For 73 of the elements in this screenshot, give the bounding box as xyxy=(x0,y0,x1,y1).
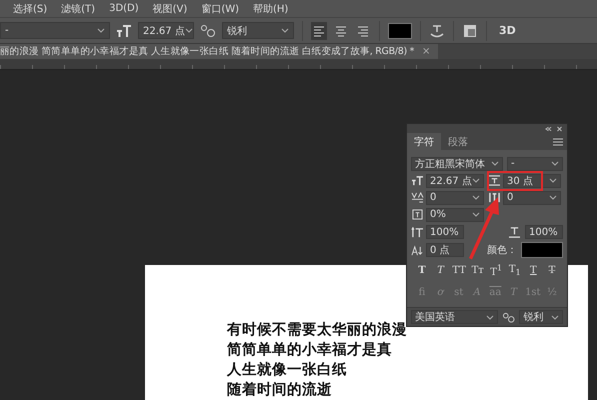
chevron-icon xyxy=(491,161,499,166)
value-field[interactable]: 100% xyxy=(426,225,464,239)
tracking-icon xyxy=(488,192,501,203)
menu-icon[interactable] xyxy=(553,138,563,146)
align-center-icon xyxy=(335,24,347,37)
canvas-text-line: 随着时间的流逝 xyxy=(227,380,333,400)
type-style-button[interactable]: T xyxy=(526,264,540,276)
canvas-text-line: 简简单单的小幸福才是真 xyxy=(227,340,393,360)
value-field[interactable]: 0 xyxy=(503,190,561,204)
align-right-icon xyxy=(357,24,369,37)
menu-item[interactable]: 视图(V) xyxy=(152,2,188,16)
chevron-icon xyxy=(97,28,105,34)
chevron-icon xyxy=(486,314,494,320)
align-left-icon xyxy=(313,24,325,37)
vscale-icon xyxy=(411,226,424,238)
chevron-icon xyxy=(549,195,557,200)
antialias-dropdown[interactable]: 锐利 xyxy=(519,310,563,324)
kerning-icon xyxy=(411,192,424,203)
menu-item[interactable]: 帮助(H) xyxy=(253,2,288,16)
color-label: 颜色： xyxy=(487,244,517,257)
menu-item[interactable]: 选择(S) xyxy=(13,2,48,16)
panel-tab[interactable]: 段落 xyxy=(441,133,475,150)
chevron-icon xyxy=(551,161,559,166)
value-field[interactable]: 22.67 点 xyxy=(426,174,484,188)
type-style-button[interactable]: T xyxy=(434,264,448,276)
canvas-text-line: 人生就像一张白纸 xyxy=(227,360,348,380)
menu-item[interactable]: 3D(D) xyxy=(109,3,139,14)
panel-tab[interactable]: 字符 xyxy=(407,133,441,150)
type-style-button[interactable]: Tт xyxy=(470,264,485,276)
antialias-icon xyxy=(200,24,216,38)
align-left-button[interactable] xyxy=(311,22,327,40)
value-field[interactable]: 0 点 xyxy=(426,243,464,257)
panels-icon[interactable] xyxy=(462,24,478,38)
document-tab[interactable]: 丽的浪漫 简简单单的小幸福才是真 人生就像一张白纸 随着时间的流逝 白纸变成了故事, RGB/8) * xyxy=(0,45,414,58)
highlight-box xyxy=(487,171,543,191)
tsume-icon xyxy=(411,209,424,220)
menu-item[interactable]: 窗口(W) xyxy=(201,2,240,16)
warp-text-icon[interactable] xyxy=(429,24,445,38)
hscale-icon xyxy=(508,226,521,238)
font-size-icon xyxy=(116,24,132,38)
type-style-button[interactable]: TT xyxy=(452,264,466,276)
color-swatch[interactable] xyxy=(388,22,412,39)
value-field[interactable]: 0 xyxy=(426,190,484,204)
chevron-icon xyxy=(472,212,480,217)
chevron-icon xyxy=(551,314,559,320)
font-style-dropdown[interactable]: - xyxy=(0,22,110,40)
value-field[interactable]: 100% xyxy=(525,225,563,239)
language-dropdown[interactable]: 美国英语 xyxy=(411,310,498,324)
chevron-icon xyxy=(472,178,480,183)
3d-button[interactable]: 3D xyxy=(495,24,520,38)
value-field[interactable]: 0% xyxy=(426,208,484,222)
font-family-dropdown[interactable]: 方正粗黑宋简体 xyxy=(411,156,503,170)
close-button[interactable]: × xyxy=(422,46,430,58)
antialias-icon xyxy=(502,312,516,322)
type-style-button[interactable]: T$_{1}$ xyxy=(508,264,522,276)
chevron-icon xyxy=(281,28,289,34)
antialias-dropdown[interactable]: 锐利 xyxy=(222,22,294,40)
value-field[interactable]: 30 点 xyxy=(503,174,561,188)
chevron-icon xyxy=(184,28,193,34)
color-swatch[interactable] xyxy=(521,242,563,258)
font-style-dropdown[interactable]: - xyxy=(507,156,563,170)
chevron-icon xyxy=(472,195,480,200)
leading-icon xyxy=(488,175,501,186)
chevron-icon xyxy=(549,178,557,183)
collapse-icon[interactable] xyxy=(545,126,552,132)
close-icon[interactable] xyxy=(556,126,563,132)
baseline-icon xyxy=(411,244,424,256)
size-icon xyxy=(411,175,424,186)
canvas-text-line: 有时候不需要太华丽的浪漫 xyxy=(227,320,408,340)
type-style-button[interactable]: T$^{1}$ xyxy=(489,262,504,278)
menu-item[interactable]: 滤镜(T) xyxy=(61,2,96,16)
type-style-button[interactable]: T xyxy=(415,264,429,276)
font-size-dropdown[interactable]: 22.67 点 xyxy=(138,22,194,40)
